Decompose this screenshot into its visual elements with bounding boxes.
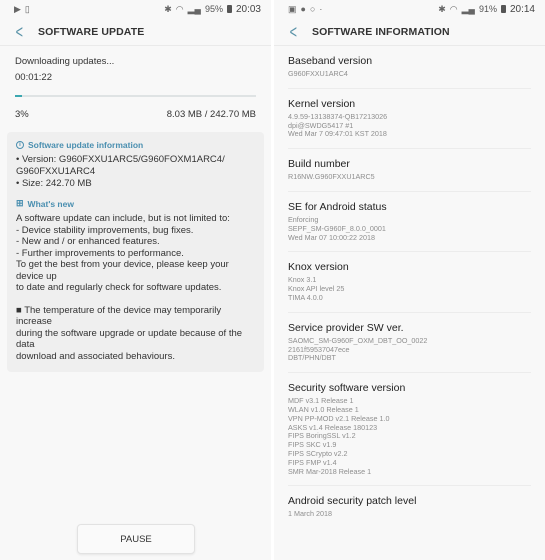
battery-percent: 91% [478, 4, 497, 14]
app-bar: < SOFTWARE UPDATE [0, 18, 271, 46]
elapsed-time: 00:01:22 [15, 72, 52, 83]
info-item-values: G960FXXU1ARC4 [288, 69, 531, 79]
wifi-icon: ◠ [449, 3, 458, 14]
info-item-value: 1 March 2018 [288, 509, 332, 519]
back-arrow-icon[interactable]: < [16, 23, 33, 41]
signal-icon: ▂▄ [187, 3, 201, 14]
app-bar: < SOFTWARE INFORMATION [274, 18, 545, 46]
dot-icon: · [319, 3, 323, 14]
info-item-value: TIMA 4.0.0 [288, 292, 323, 302]
info-item-title: Kernel version [288, 97, 356, 110]
info-item-values: Enforcing SEPF_SM-G960F_8.0.0_0001 Wed Mar… [288, 215, 531, 242]
messenger-icon: ● [300, 3, 306, 14]
signal-icon: ▂▄ [461, 3, 475, 14]
info-list-item: SE for Android status Enforcing SEPF_SM-G9… [288, 192, 531, 253]
info-list-item: Kernel version 4.9.59-13138374-QB17213026… [288, 89, 531, 150]
battery-icon [500, 5, 506, 13]
version-line-cont: G960FXXU1ARC4 [16, 166, 96, 177]
bluetooth-icon: ✱ [164, 3, 172, 14]
info-list-item: Knox version Knox 3.1 Knox API level 25 TIM… [288, 252, 531, 313]
update-info-details: • Version: G960FXXU1ARC5/G960FOXM1ARC4/ … [16, 154, 255, 190]
info-list-item: Security software version MDF v3.1 Releas… [288, 373, 531, 487]
bluetooth-icon: ✱ [438, 3, 446, 14]
status-bar: ▶ ▯ ✱ ◠ ▂▄ 95% 20:03 [0, 0, 271, 18]
info-item-values: MDF v3.1 Release 1 WLAN v1.0 Release 1 VPN… [288, 396, 531, 476]
temperature-note-line: ■ The temperature of the device may temp… [16, 304, 222, 328]
info-item-title: Knox version [288, 261, 349, 274]
progress-fill [15, 95, 23, 97]
whats-new-line: To get the best from your device, please… [16, 259, 229, 282]
page-title: SOFTWARE INFORMATION [312, 25, 450, 38]
info-list-item: Baseband version G960FXXU1ARC4 [288, 46, 531, 89]
info-item-title: Service provider SW ver. [288, 321, 404, 334]
page-title: SOFTWARE UPDATE [38, 25, 145, 38]
info-item-value: DBT/PHN/DBT [288, 353, 336, 363]
info-item-title: Build number [288, 158, 350, 171]
gallery-icon: ▣ [288, 3, 297, 14]
version-line: • Version: G960FXXU1ARC5/G960FOXM1ARC4/ [16, 154, 225, 165]
info-icon: i [16, 141, 24, 149]
media-play-icon: ▶ [14, 3, 21, 14]
info-item-title: SE for Android status [288, 200, 387, 213]
clipboard-icon: ▯ [24, 3, 30, 14]
info-item-values: 4.9.59-13138374-QB17213026 dpi@SWDG5417 #… [288, 112, 531, 139]
back-arrow-icon[interactable]: < [290, 23, 307, 41]
info-item-value: Wed Mar 07 10:00:22 2018 [288, 232, 375, 242]
status-bar: ▣ ● ○ · ✱ ◠ ▂▄ 91% 20:14 [274, 0, 545, 18]
info-item-title: Android security patch level [288, 495, 417, 508]
whats-new-heading-label: What's new [27, 198, 74, 209]
whats-new-body: A software update can include, but is no… [16, 213, 255, 362]
info-item-value: SMR Mar-2018 Release 1 [288, 466, 372, 476]
whats-new-icon: ⊞ [16, 198, 24, 208]
pause-button[interactable]: PAUSE [77, 524, 195, 554]
whats-new-line: - Device stability improvements, bug fix… [16, 224, 194, 236]
progress-percent: 3% [15, 109, 29, 120]
temperature-note-line: during the software upgrade or update be… [16, 327, 243, 351]
update-info-heading: i Software update information [16, 140, 255, 150]
info-item-values: SAOMC_SM-G960F_OXM_DBT_OO_0022 2161f59537… [288, 336, 531, 363]
info-list-item: Android security patch level 1 March 2018 [288, 486, 531, 528]
info-list-item: Build number R16NW.G960FXXU1ARC5 [288, 149, 531, 192]
whats-new-line: to date and regularly check for software… [16, 282, 222, 293]
software-info-list: Baseband version G960FXXU1ARC4 Kernel vers… [274, 46, 545, 528]
update-info-heading-label: Software update information [28, 140, 144, 150]
info-item-values: 1 March 2018 [288, 510, 531, 519]
battery-icon [226, 5, 232, 13]
info-list-item: Service provider SW ver. SAOMC_SM-G960F_O… [288, 313, 531, 374]
whatsapp-icon: ○ [309, 3, 316, 14]
info-item-title: Baseband version [288, 55, 373, 67]
software-information-screen: ▣ ● ○ · ✱ ◠ ▂▄ 91% 20:14 < SOFTWARE INFO… [274, 0, 545, 560]
software-update-screen: ▶ ▯ ✱ ◠ ▂▄ 95% 20:03 < SOFTWARE UPDATE D… [0, 0, 271, 560]
battery-percent: 95% [204, 4, 223, 14]
download-status: Downloading updates... [15, 56, 115, 67]
size-line: • Size: 242.70 MB [16, 178, 92, 189]
whats-new-heading: ⊞ What's new [16, 198, 255, 209]
download-size: 8.03 MB / 242.70 MB [166, 109, 256, 120]
info-item-values: R16NW.G960FXXU1ARC5 [288, 172, 531, 182]
whats-new-line: A software update can include, but is no… [16, 213, 230, 224]
info-item-title: Security software version [288, 382, 406, 395]
info-item-value: Knox API level 25 [288, 284, 345, 294]
update-info-box: i Software update information • Version:… [7, 132, 264, 372]
temperature-note-line: download and associated behaviours. [16, 350, 175, 362]
wifi-icon: ◠ [175, 3, 184, 14]
clock: 20:03 [235, 3, 261, 15]
download-section: Downloading updates... 00:01:22 3% 8.03 … [0, 46, 271, 120]
clock: 20:14 [509, 3, 535, 15]
info-item-values: Knox 3.1 Knox API level 25 TIMA 4.0.0 [288, 276, 531, 302]
whats-new-line: - Further improvements to performance. [16, 247, 184, 259]
whats-new-line: - New and / or enhanced features. [16, 236, 160, 247]
info-item-value: R16NW.G960FXXU1ARC5 [288, 172, 375, 182]
info-item-value: Wed Mar 7 09:47:01 KST 2018 [288, 129, 387, 139]
download-progress-bar [15, 95, 256, 97]
info-item-value: G960FXXU1ARC4 [288, 69, 348, 78]
